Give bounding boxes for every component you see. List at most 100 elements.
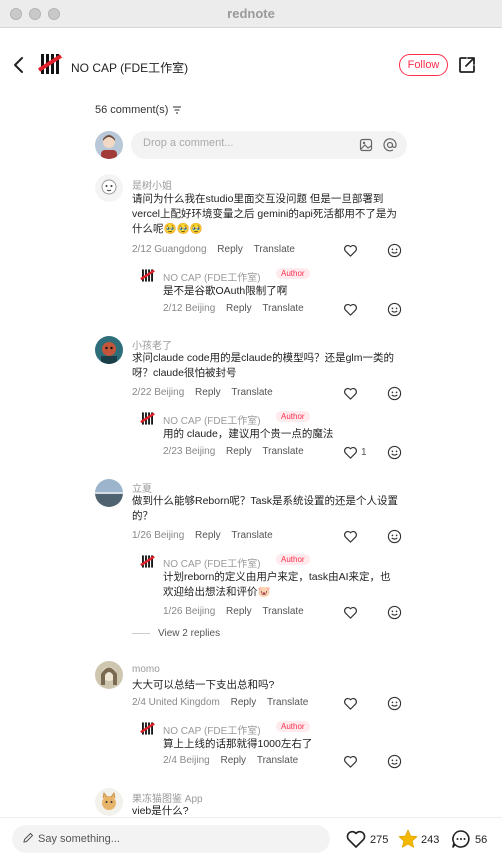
window-titlebar: rednote (0, 0, 502, 28)
comment-nickname[interactable]: 是树小姐 (132, 177, 172, 192)
author-reply-avatar[interactable] (139, 267, 156, 284)
like-heart-icon[interactable] (345, 828, 367, 850)
emoji-icon[interactable] (387, 386, 402, 401)
translate-button[interactable]: Translate (231, 387, 272, 398)
reply-meta: 2/12 Beijing Reply Translate (163, 303, 304, 314)
reply-button[interactable]: Reply (226, 446, 252, 457)
bottom-action-bar: Say something... 275 243 56 (0, 817, 502, 859)
reply-button[interactable]: Reply (231, 697, 257, 708)
view-replies-label[interactable]: View 2 replies (158, 628, 220, 639)
comment-nickname[interactable]: 小孩老了 (132, 337, 172, 352)
author-badge: Author (276, 554, 310, 565)
like-count: 275 (370, 834, 389, 846)
author-reply-avatar[interactable] (139, 553, 156, 570)
reply-nickname[interactable]: NO CAP (FDE工作室) (163, 412, 261, 427)
author-reply-avatar[interactable] (139, 720, 156, 737)
reply-meta: 2/23 Beijing Reply Translate (163, 446, 304, 457)
commenter-avatar[interactable] (95, 336, 123, 364)
reply-button[interactable]: Reply (217, 244, 243, 255)
translate-button[interactable]: Translate (231, 530, 272, 541)
share-icon[interactable] (457, 55, 477, 75)
view-replies-button[interactable]: View 2 replies (132, 628, 220, 639)
comment-nickname[interactable]: 立夏 (132, 480, 152, 495)
reply-nickname[interactable]: NO CAP (FDE工作室) (163, 269, 261, 284)
comment-bubble-icon[interactable] (450, 828, 472, 850)
heart-icon[interactable] (343, 386, 358, 401)
my-avatar (95, 131, 123, 159)
comment-nickname[interactable]: 果冻猫图鉴 App (132, 790, 203, 805)
say-something-placeholder: Say something... (38, 833, 120, 845)
like-count: 1 (361, 447, 367, 458)
comment-meta: 2/22 Beijing Reply Translate (132, 387, 273, 398)
emoji-icon[interactable] (387, 445, 402, 460)
back-arrow-icon[interactable] (8, 54, 30, 76)
reply-button[interactable]: Reply (195, 530, 221, 541)
star-icon[interactable] (397, 828, 419, 850)
heart-icon[interactable] (343, 243, 358, 258)
translate-button[interactable]: Translate (262, 446, 303, 457)
reply-date-location: 2/23 Beijing (163, 446, 216, 457)
heart-icon[interactable] (343, 445, 358, 460)
pencil-icon (23, 832, 34, 843)
reply-meta: 1/26 Beijing Reply Translate (163, 606, 304, 617)
divider-line (132, 633, 150, 634)
commenter-avatar[interactable] (95, 479, 123, 507)
mention-icon[interactable] (383, 138, 397, 152)
comment-meta: 2/4 United Kingdom Reply Translate (132, 697, 308, 708)
reply-button[interactable]: Reply (195, 387, 221, 398)
comment-count-row: 56 comment(s) (95, 104, 182, 116)
emoji-icon[interactable] (387, 243, 402, 258)
reply-text: 算上上线的话那就得1000左右了 (163, 738, 313, 750)
author-reply-avatar[interactable] (139, 410, 156, 427)
translate-button[interactable]: Translate (257, 755, 298, 766)
author-name[interactable]: NO CAP (FDE工作室) (71, 59, 188, 76)
heart-icon[interactable] (343, 754, 358, 769)
comment-nickname[interactable]: momo (132, 664, 160, 675)
reply-text: 是不是谷歌OAuth限制了啊 (163, 285, 288, 297)
reply-button[interactable]: Reply (220, 755, 246, 766)
comment-date-location: 2/4 United Kingdom (132, 697, 220, 708)
window-title: rednote (227, 6, 275, 21)
comment-date-location: 1/26 Beijing (132, 530, 185, 541)
comment-input-box[interactable] (131, 131, 407, 159)
comment-meta: 2/12 Guangdong Reply Translate (132, 244, 295, 255)
comment-input[interactable] (143, 137, 343, 149)
reply-nickname[interactable]: NO CAP (FDE工作室) (163, 555, 261, 570)
heart-icon[interactable] (343, 302, 358, 317)
reply-date-location: 2/4 Beijing (163, 755, 210, 766)
emoji-icon[interactable] (387, 302, 402, 317)
comment-text: 请问为什么我在studio里面交互没问题 但是一旦部署到vercel上配好环境变… (132, 193, 397, 235)
emoji-icon[interactable] (387, 754, 402, 769)
translate-button[interactable]: Translate (262, 606, 303, 617)
reply-text: 计划reborn的定义由用户来定，task由AI来定，也欢迎给出想法和评价🐷 (163, 571, 391, 598)
say-something-input[interactable]: Say something... (12, 825, 330, 853)
comment-date-location: 2/22 Beijing (132, 387, 185, 398)
reply-meta: 2/4 Beijing Reply Translate (163, 755, 298, 766)
translate-button[interactable]: Translate (254, 244, 295, 255)
reply-button[interactable]: Reply (226, 303, 252, 314)
reply-date-location: 2/12 Beijing (163, 303, 216, 314)
comment-count: 56 comment(s) (95, 104, 169, 116)
emoji-icon[interactable] (387, 605, 402, 620)
sort-icon[interactable] (172, 105, 182, 115)
heart-icon[interactable] (343, 529, 358, 544)
commenter-avatar[interactable] (95, 788, 123, 816)
emoji-icon[interactable] (387, 529, 402, 544)
reply-button[interactable]: Reply (226, 606, 252, 617)
follow-button[interactable]: Follow (399, 54, 448, 76)
image-icon[interactable] (359, 138, 373, 152)
commenter-avatar[interactable] (95, 174, 123, 202)
heart-icon[interactable] (343, 605, 358, 620)
author-badge: Author (276, 411, 310, 422)
comment-meta: 1/26 Beijing Reply Translate (132, 530, 273, 541)
commenter-avatar[interactable] (95, 661, 123, 689)
heart-icon[interactable] (343, 696, 358, 711)
translate-button[interactable]: Translate (267, 697, 308, 708)
translate-button[interactable]: Translate (262, 303, 303, 314)
post-header: NO CAP (FDE工作室) Follow (0, 28, 502, 104)
emoji-icon[interactable] (387, 696, 402, 711)
comment-count-total: 56 (475, 834, 488, 846)
reply-nickname[interactable]: NO CAP (FDE工作室) (163, 722, 261, 737)
collect-count: 243 (421, 834, 440, 846)
author-avatar[interactable] (36, 50, 64, 78)
